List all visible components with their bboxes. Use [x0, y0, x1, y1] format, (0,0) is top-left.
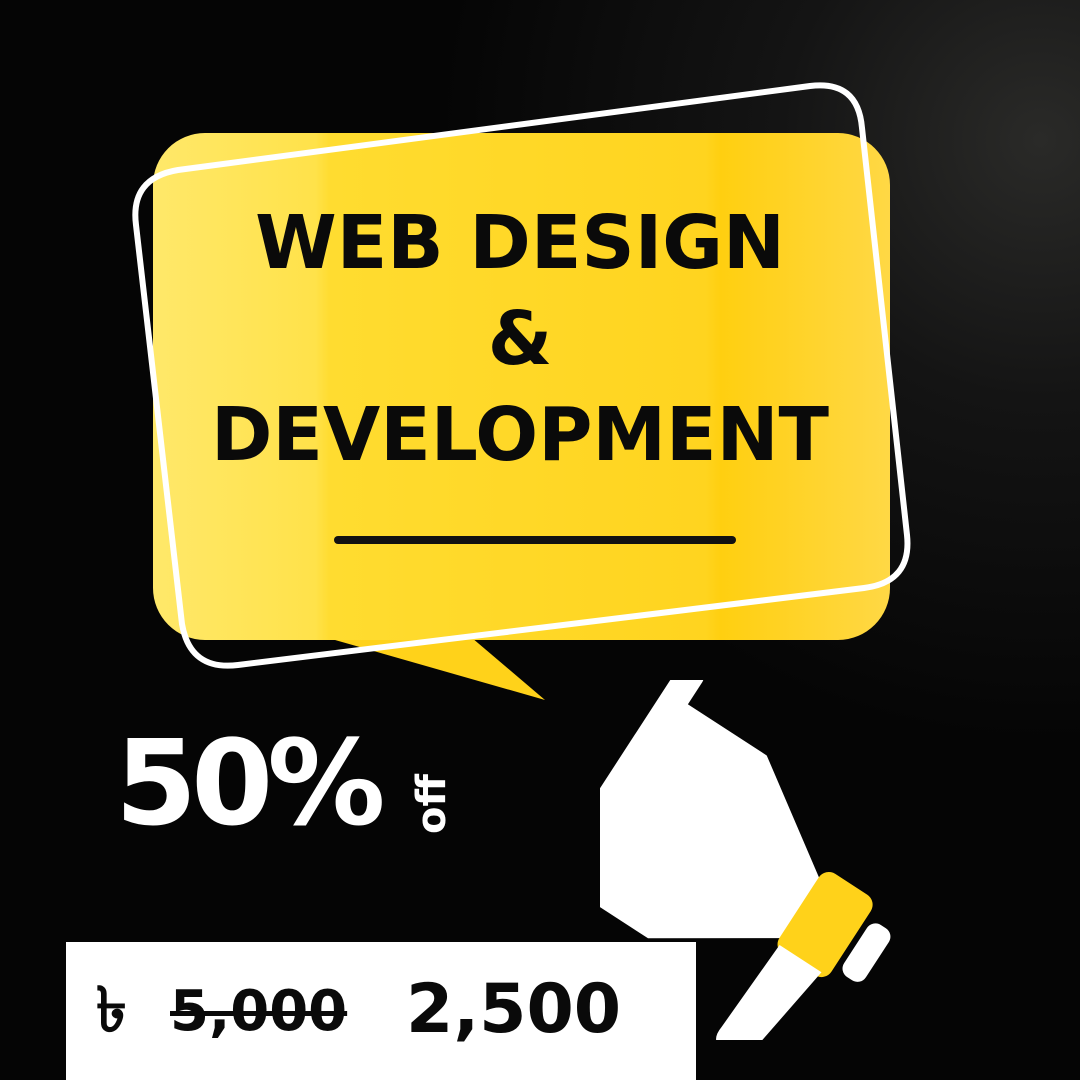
discount-off-label: off [409, 774, 455, 834]
headline-line-1: WEB DESIGN [255, 200, 785, 286]
headline-line-2: & [487, 296, 553, 382]
original-price: 5,000 [170, 979, 348, 1044]
discounted-price: 2,500 [406, 970, 622, 1049]
discount-percent: 50% [115, 714, 385, 852]
currency-symbol: ৳ [96, 973, 127, 1046]
megaphone-icon [600, 680, 891, 1040]
headline: WEB DESIGN & DEVELOPMENT [150, 195, 890, 483]
promo-banner: WEB DESIGN & DEVELOPMENT 50% off ৳ 5,000… [0, 0, 1080, 1080]
headline-line-3: DEVELOPMENT [210, 392, 830, 478]
